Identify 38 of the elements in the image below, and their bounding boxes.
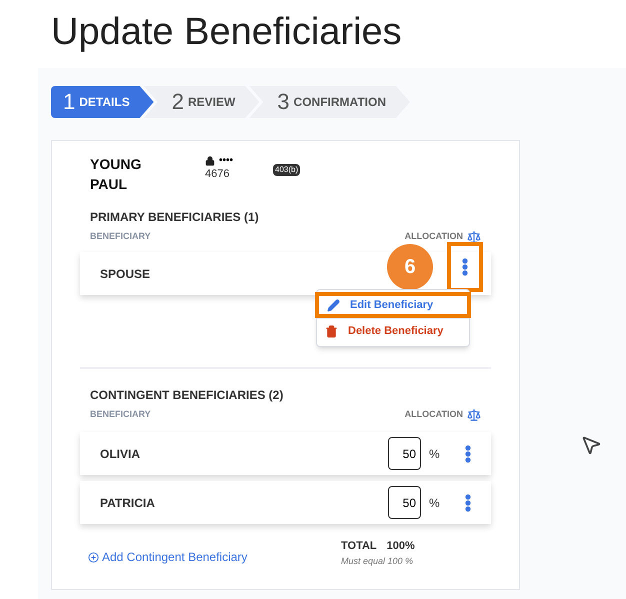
section-heading: PRIMARY BENEFICIARIES (1) <box>90 209 260 226</box>
allocation-field[interactable]: 50 <box>388 486 421 519</box>
scale-icon <box>467 230 481 244</box>
cursor-icon <box>580 434 602 456</box>
total-note: Must equal 100 % <box>341 554 414 568</box>
pencil-icon <box>327 298 340 312</box>
more-options-icon <box>465 494 471 512</box>
column-header: ALLOCATION <box>404 408 463 422</box>
participant-name: PAUL <box>90 175 128 194</box>
scale-icon <box>467 408 481 422</box>
participant-name: YOUNG <box>90 155 142 174</box>
beneficiary-name: OLIVIA <box>100 446 142 462</box>
masked-account: •••• <box>219 156 234 166</box>
column-header: BENEFICIARY <box>90 230 151 244</box>
total-label: TOTAL <box>341 539 377 554</box>
step-tab[interactable]: 1 DETAILS <box>51 86 154 118</box>
percent-unit: % <box>429 494 441 512</box>
allocation-field[interactable]: 50 <box>388 437 421 470</box>
step-tab[interactable]: 2 REVIEW <box>144 86 260 118</box>
plus-icon <box>88 552 99 562</box>
menu-item[interactable]: Delete Beneficiary <box>317 318 469 344</box>
section-heading: CONTINGENT BENEFICIARIES (2) <box>90 387 284 404</box>
lock-icon <box>205 156 215 166</box>
account-suffix: 4676 <box>205 167 230 182</box>
column-header: BENEFICIARY <box>90 408 151 422</box>
trash-icon <box>325 325 338 338</box>
step-tab[interactable]: 3 CONFIRMATION <box>249 86 410 118</box>
add-beneficiary-link[interactable]: Add Contingent Beneficiary <box>88 546 341 568</box>
more-options-icon <box>465 444 471 462</box>
more-options-icon <box>462 258 468 276</box>
percent-unit: % <box>429 446 441 462</box>
beneficiary-name: SPOUSE <box>100 266 150 282</box>
total-value: 100% <box>386 539 415 554</box>
menu-item[interactable]: Edit Beneficiary <box>315 292 471 318</box>
plan-type-badge: 403(b) <box>273 164 300 176</box>
beneficiary-name: PATRICIA <box>100 494 156 512</box>
column-header: ALLOCATION <box>404 230 463 244</box>
page-title: Update Beneficiaries <box>50 10 403 55</box>
